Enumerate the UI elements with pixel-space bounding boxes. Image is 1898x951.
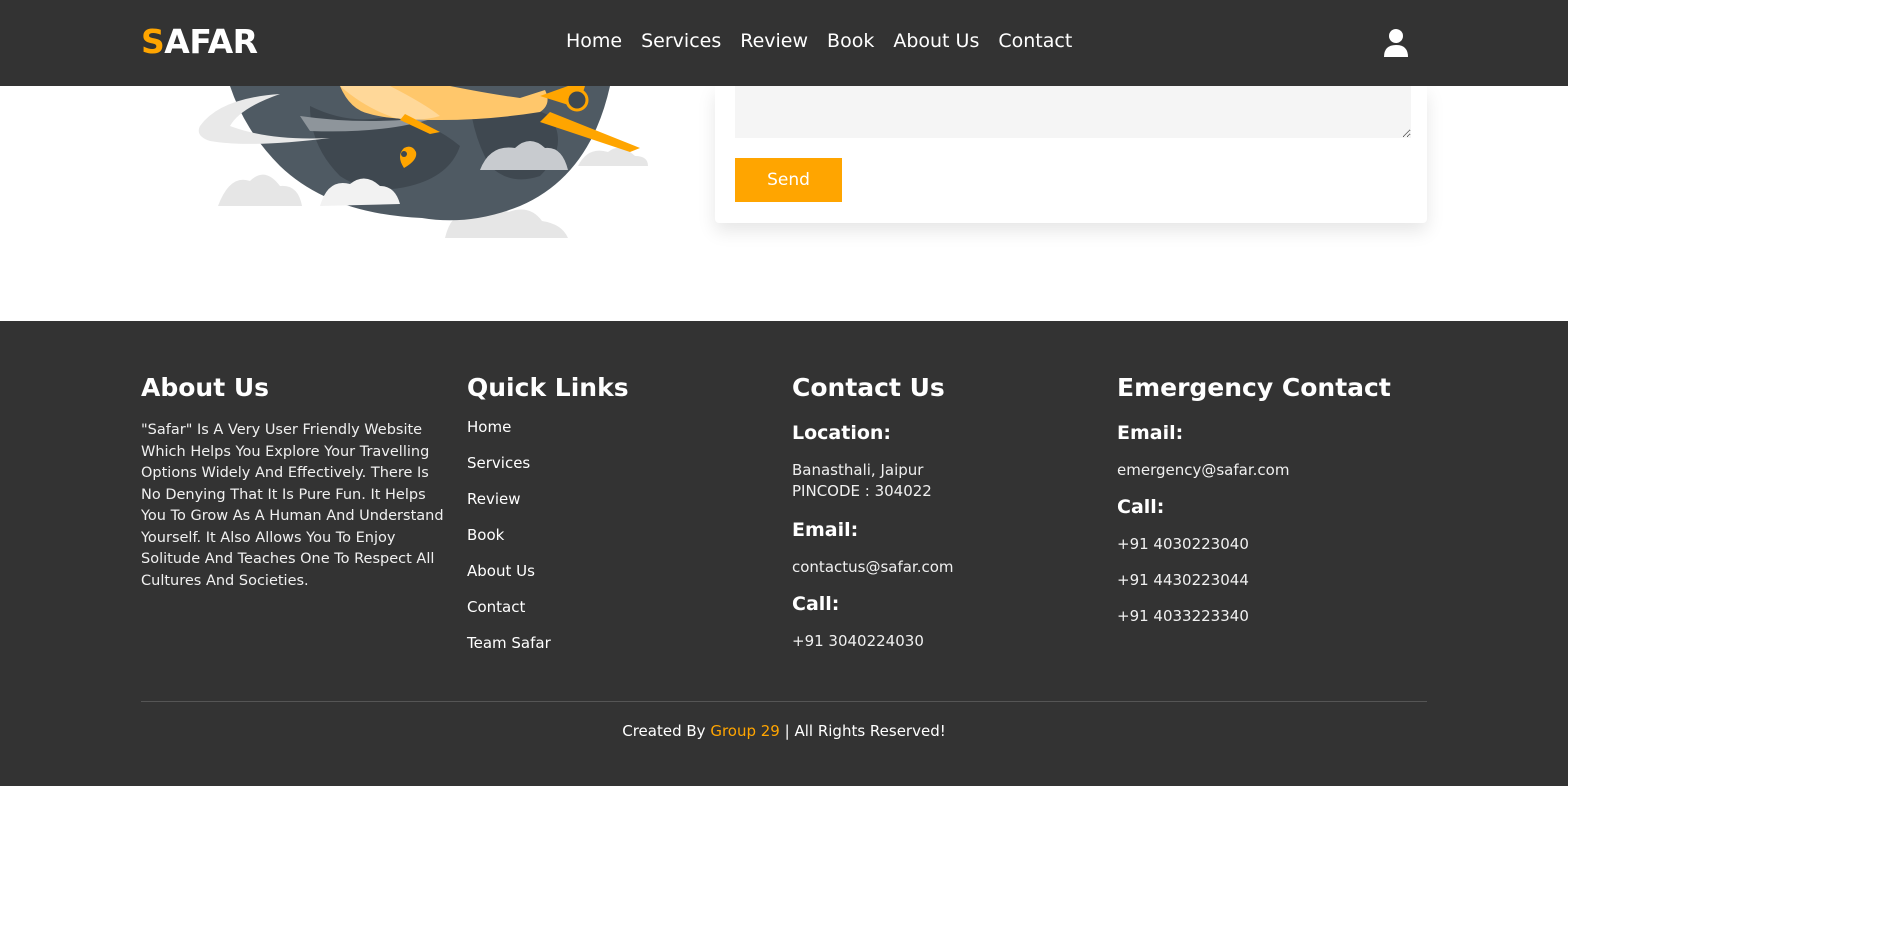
message-textarea[interactable] xyxy=(735,86,1411,138)
footer: About Us "Safar" Is A Very User Friendly… xyxy=(0,321,1568,786)
logo-rest: AFAR xyxy=(164,22,258,61)
nav-review[interactable]: Review xyxy=(740,30,808,52)
nav-services[interactable]: Services xyxy=(641,30,721,52)
footer-link-home[interactable]: Home xyxy=(467,416,629,452)
site-logo[interactable]: SAFAR xyxy=(141,22,258,61)
nav-contact[interactable]: Contact xyxy=(998,30,1072,52)
footer-emergency-title: Emergency Contact xyxy=(1117,373,1391,402)
emergency-phone-2[interactable]: +91 4430223044 xyxy=(1117,570,1391,591)
footer-link-team-safar[interactable]: Team Safar xyxy=(467,632,629,668)
emergency-email[interactable]: emergency@safar.com xyxy=(1117,460,1391,481)
footer-emergency-column: Emergency Contact Email: emergency@safar… xyxy=(1117,373,1391,627)
nav-about-us[interactable]: About Us xyxy=(893,30,979,52)
contact-email[interactable]: contactus@safar.com xyxy=(792,557,954,578)
quick-links-list: Home Services Review Book About Us Conta… xyxy=(467,416,629,668)
footer-link-book[interactable]: Book xyxy=(467,524,629,560)
contact-email-label: Email: xyxy=(792,519,859,541)
contact-call-label: Call: xyxy=(792,593,840,615)
credit-group-link[interactable]: Group 29 xyxy=(710,722,780,740)
contact-location-label: Location: xyxy=(792,422,892,444)
footer-link-contact[interactable]: Contact xyxy=(467,596,629,632)
footer-quick-links-title: Quick Links xyxy=(467,373,629,402)
credit-prefix: Created By xyxy=(622,722,706,740)
nav-home[interactable]: Home xyxy=(566,30,622,52)
logo-first-letter: S xyxy=(141,22,165,61)
footer-about-title: About Us xyxy=(141,373,270,402)
user-icon[interactable] xyxy=(1383,28,1409,57)
send-button[interactable]: Send xyxy=(735,158,842,202)
footer-link-review[interactable]: Review xyxy=(467,488,629,524)
footer-link-about-us[interactable]: About Us xyxy=(467,560,629,596)
travel-globe-illustration xyxy=(198,86,648,238)
footer-credit: Created By Group 29 | All Rights Reserve… xyxy=(0,722,1568,740)
contact-location-line2: PINCODE : 304022 xyxy=(792,482,932,500)
credit-suffix: | All Rights Reserved! xyxy=(784,722,946,740)
emergency-email-label: Email: xyxy=(1117,422,1184,444)
footer-about-column: About Us "Safar" Is A Very User Friendly… xyxy=(141,373,451,607)
top-navbar: SAFAR Home Services Review Book About Us… xyxy=(0,0,1568,86)
contact-phone[interactable]: +91 3040224030 xyxy=(792,631,954,652)
emergency-phone-1[interactable]: +91 4030223040 xyxy=(1117,534,1391,555)
footer-divider xyxy=(141,701,1427,702)
emergency-call-label: Call: xyxy=(1117,496,1165,518)
contact-location-line1: Banasthali, Jaipur xyxy=(792,461,924,479)
footer-about-text: "Safar" Is A Very User Friendly Website … xyxy=(141,422,444,589)
footer-contact-title: Contact Us xyxy=(792,373,945,402)
footer-link-services[interactable]: Services xyxy=(467,452,629,488)
contact-form-card: Send xyxy=(715,86,1427,223)
footer-quick-links-column: Quick Links Home Services Review Book Ab… xyxy=(467,373,629,668)
main-nav: Home Services Review Book About Us Conta… xyxy=(566,30,1072,52)
footer-contact-column: Contact Us Location: Banasthali, Jaipur … xyxy=(792,373,954,652)
emergency-phone-3[interactable]: +91 4033223340 xyxy=(1117,606,1391,627)
nav-book[interactable]: Book xyxy=(827,30,874,52)
